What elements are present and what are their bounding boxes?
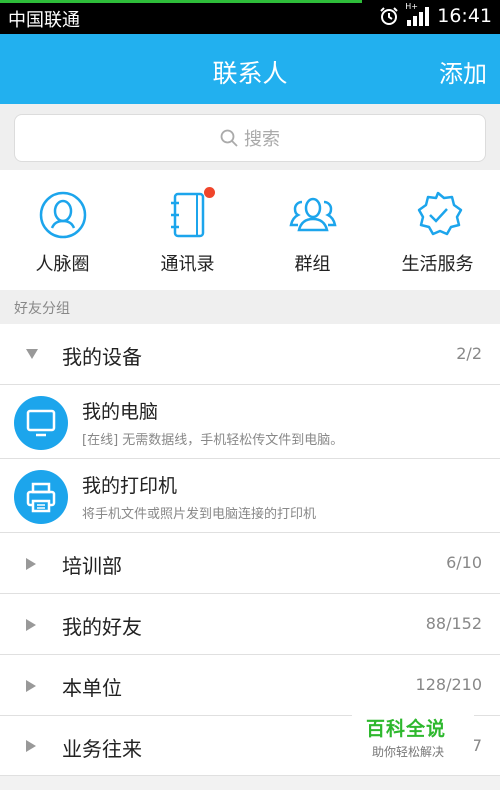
collapsed-arrow-icon [26,619,36,631]
quick-actions: 人脉圈 通讯录 群组 生活服务 [0,170,500,291]
group-name: 我的设备 [62,345,142,369]
monitor-icon [26,409,56,437]
group-row-training[interactable]: 培训部 6/10 [0,533,500,594]
quick-action-label: 通讯录 [160,254,215,275]
watermark-title: 百科全说 [366,718,447,740]
clock: 16:41 [437,5,492,27]
collapsed-arrow-icon [26,680,36,692]
person-circle-icon [39,191,86,239]
group-count: 88/152 [425,614,482,633]
group-name: 我的好友 [62,615,142,639]
status-icons: H+ 16:41 [379,3,492,27]
search-area: 搜索 [0,104,500,170]
quick-action-label: 生活服务 [401,254,474,275]
quick-action-contacts[interactable]: 通讯录 [125,188,250,276]
page-title: 联系人 [212,59,288,88]
signal-icon: H+ [405,3,430,26]
collapsed-arrow-icon [26,740,36,752]
quick-action-label: 人脉圈 [35,254,90,275]
quick-action-groups[interactable]: 群组 [250,188,375,276]
add-button[interactable]: 添加 [439,54,487,89]
group-count: 128/210 [415,675,482,694]
device-title: 我的打印机 [82,475,178,497]
search-placeholder: 搜索 [244,129,280,150]
watermark: 百科全说 助你轻松解决 [352,708,474,768]
quick-action-life-services[interactable]: 生活服务 [375,188,500,276]
watermark-subtitle: 助你轻松解决 [372,745,445,759]
bottom-spacer [0,776,500,790]
group-count: 6/10 [446,553,482,572]
badge-check-icon [417,191,462,236]
section-header: 好友分组 [0,290,500,324]
alarm-icon [380,7,398,25]
progress-strip [0,0,362,3]
status-bar: 中国联通 H+ 16:41 [0,0,500,34]
device-subtitle: 将手机文件或照片发到电脑连接的打印机 [82,507,317,522]
carrier-name: 中国联通 [8,10,80,31]
device-title: 我的电脑 [82,401,159,423]
device-icon [14,470,68,524]
section-label: 好友分组 [14,301,70,317]
group-name: 业务往来 [62,737,142,761]
search-icon [220,129,238,147]
collapsed-arrow-icon [26,558,36,570]
printer-icon [26,482,56,513]
group-name: 本单位 [62,676,122,700]
group-row-devices[interactable]: 我的设备 2/2 [0,324,500,385]
quick-action-label: 群组 [294,254,331,275]
device-subtitle: [在线] 无需数据线，手机轻松传文件到电脑。 [82,433,344,448]
expanded-arrow-icon [26,349,38,359]
group-icon [288,197,337,232]
device-icon [14,396,68,450]
group-count: 2/2 [456,344,482,363]
app-header: 联系人 添加 [0,34,500,104]
device-row-printer[interactable]: 我的打印机 将手机文件或照片发到电脑连接的打印机 [0,459,500,533]
group-row-friends[interactable]: 我的好友 88/152 [0,594,500,655]
search-input[interactable]: 搜索 [14,114,486,162]
quick-action-people[interactable]: 人脉圈 [0,188,125,276]
device-row-computer[interactable]: 我的电脑 [在线] 无需数据线，手机轻松传文件到电脑。 [0,385,500,459]
group-row-unit[interactable]: 本单位 128/210 [0,655,500,716]
notification-badge [204,187,215,198]
group-name: 培训部 [62,554,122,578]
